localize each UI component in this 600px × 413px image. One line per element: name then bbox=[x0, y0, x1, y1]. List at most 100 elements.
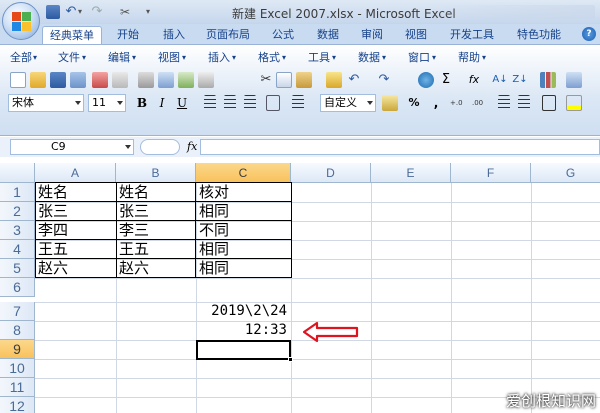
menu-insert[interactable]: 插入 bbox=[208, 49, 230, 67]
permission-icon[interactable] bbox=[70, 72, 86, 88]
cell-a2[interactable]: 张三 bbox=[35, 202, 116, 221]
chart-icon[interactable] bbox=[540, 72, 556, 88]
cell-a1[interactable]: 姓名 bbox=[35, 183, 116, 202]
row-header-3[interactable]: 3 bbox=[0, 221, 35, 240]
office-button[interactable] bbox=[2, 2, 40, 40]
cell-c1[interactable]: 核对 bbox=[196, 183, 291, 202]
print-icon[interactable] bbox=[138, 72, 154, 88]
percent-button[interactable]: % bbox=[406, 95, 422, 111]
new-icon[interactable] bbox=[10, 72, 26, 88]
help-icon[interactable]: ? bbox=[582, 27, 596, 41]
cell-c8[interactable]: 12:33 bbox=[196, 321, 291, 340]
redo-icon[interactable]: ↷ bbox=[90, 5, 104, 19]
tab-insert[interactable]: 插入 bbox=[156, 26, 192, 44]
comma-button[interactable]: , bbox=[428, 95, 444, 111]
insert-function-icon[interactable]: fx bbox=[466, 72, 482, 88]
tools-icon[interactable]: ✂ bbox=[118, 5, 132, 19]
bold-button[interactable]: B bbox=[134, 95, 150, 111]
tab-developer[interactable]: 开发工具 bbox=[442, 26, 502, 44]
worksheet[interactable]: A B C D E F G 1 2 3 4 5 6 7 8 9 10 11 12… bbox=[0, 157, 600, 413]
decrease-indent-icon[interactable] bbox=[498, 95, 510, 111]
insert-function-button[interactable]: fx bbox=[187, 140, 197, 153]
row-header-2[interactable]: 2 bbox=[0, 202, 35, 221]
spelling-icon[interactable] bbox=[178, 72, 194, 88]
drawing-icon[interactable] bbox=[566, 72, 582, 88]
column-header-e[interactable]: E bbox=[371, 163, 451, 183]
merge-center-icon[interactable] bbox=[266, 95, 280, 111]
formula-input[interactable] bbox=[200, 139, 600, 155]
tab-data[interactable]: 数据 bbox=[310, 26, 346, 44]
qat-customize-icon[interactable]: ▾ bbox=[146, 5, 154, 19]
row-header-6[interactable]: 6 bbox=[0, 278, 35, 297]
cell-a5[interactable]: 赵六 bbox=[35, 259, 116, 278]
tab-classic-menu[interactable]: 经典菜单 bbox=[42, 26, 102, 44]
row-header-10[interactable]: 10 bbox=[0, 359, 35, 378]
sort-descending-icon[interactable]: Z↓ bbox=[512, 72, 528, 88]
column-header-f[interactable]: F bbox=[451, 163, 531, 183]
cell-b5[interactable]: 赵六 bbox=[116, 259, 196, 278]
row-header-1[interactable]: 1 bbox=[0, 183, 35, 202]
cell-c5[interactable]: 相同 bbox=[196, 259, 291, 278]
tab-home[interactable]: 开始 bbox=[110, 26, 146, 44]
undo-dropdown-icon[interactable]: ▾ bbox=[78, 5, 86, 19]
align-left-icon[interactable] bbox=[204, 95, 216, 111]
align-right-icon[interactable] bbox=[244, 95, 256, 111]
cell-c2[interactable]: 相同 bbox=[196, 202, 291, 221]
menu-file[interactable]: 文件 bbox=[58, 49, 80, 67]
print-preview-icon[interactable] bbox=[158, 72, 174, 88]
decrease-decimal-icon[interactable]: .00 bbox=[472, 95, 488, 111]
row-header-12[interactable]: 12 bbox=[0, 397, 35, 413]
row-header-5[interactable]: 5 bbox=[0, 259, 35, 278]
tab-formulas[interactable]: 公式 bbox=[265, 26, 301, 44]
email-icon[interactable] bbox=[112, 72, 128, 88]
redo-toolbar-icon[interactable]: ↷ bbox=[376, 72, 392, 88]
menu-tools[interactable]: 工具 bbox=[308, 49, 330, 67]
cell-c7[interactable]: 2019\2\24 bbox=[196, 302, 291, 321]
column-header-c[interactable]: C bbox=[196, 163, 291, 183]
fill-color-icon[interactable] bbox=[566, 95, 582, 111]
cell-c3[interactable]: 不同 bbox=[196, 221, 291, 240]
research-icon[interactable] bbox=[198, 72, 214, 88]
cell-c4[interactable]: 相同 bbox=[196, 240, 291, 259]
open-icon[interactable] bbox=[30, 72, 46, 88]
number-format-combo[interactable]: 自定义 bbox=[320, 94, 376, 112]
tab-view[interactable]: 视图 bbox=[398, 26, 434, 44]
copy-icon[interactable] bbox=[276, 72, 292, 88]
fill-handle[interactable] bbox=[288, 357, 293, 362]
tab-review[interactable]: 审阅 bbox=[354, 26, 390, 44]
column-header-g[interactable]: G bbox=[531, 163, 600, 183]
menu-help[interactable]: 帮助 bbox=[458, 49, 480, 67]
column-header-d[interactable]: D bbox=[291, 163, 371, 183]
save-icon[interactable] bbox=[46, 5, 60, 19]
menu-view[interactable]: 视图 bbox=[158, 49, 180, 67]
increase-indent-icon[interactable] bbox=[518, 95, 530, 111]
column-header-b[interactable]: B bbox=[116, 163, 196, 183]
menu-format[interactable]: 格式 bbox=[258, 49, 280, 67]
row-header-9[interactable]: 9 bbox=[0, 340, 35, 359]
menu-all[interactable]: 全部 bbox=[10, 49, 32, 67]
cell-a3[interactable]: 李四 bbox=[35, 221, 116, 240]
row-header-11[interactable]: 11 bbox=[0, 378, 35, 397]
align-center-icon[interactable] bbox=[224, 95, 236, 111]
font-name-combo[interactable]: 宋体 bbox=[8, 94, 84, 112]
select-all-corner[interactable] bbox=[0, 163, 35, 183]
hyperlink-icon[interactable] bbox=[418, 72, 434, 88]
cut-icon[interactable]: ✂ bbox=[258, 72, 274, 88]
autosum-icon[interactable]: Σ bbox=[438, 72, 454, 88]
menu-edit[interactable]: 编辑 bbox=[108, 49, 130, 67]
cell-b4[interactable]: 王五 bbox=[116, 240, 196, 259]
italic-button[interactable]: I bbox=[154, 95, 170, 111]
sort-ascending-icon[interactable]: A↓ bbox=[492, 72, 508, 88]
undo-toolbar-icon[interactable]: ↶ bbox=[346, 72, 362, 88]
row-header-8[interactable]: 8 bbox=[0, 321, 35, 340]
cell-a4[interactable]: 王五 bbox=[35, 240, 116, 259]
save-toolbar-icon[interactable] bbox=[50, 72, 66, 88]
currency-icon[interactable] bbox=[382, 95, 398, 111]
paste-icon[interactable] bbox=[296, 72, 312, 88]
cell-b3[interactable]: 李三 bbox=[116, 221, 196, 240]
tab-special-features[interactable]: 特色功能 bbox=[510, 26, 568, 44]
row-header-7[interactable]: 7 bbox=[0, 302, 35, 321]
tab-page-layout[interactable]: 页面布局 bbox=[200, 26, 256, 44]
increase-decimal-icon[interactable]: +.0 bbox=[450, 95, 466, 111]
menu-window[interactable]: 窗口 bbox=[408, 49, 430, 67]
